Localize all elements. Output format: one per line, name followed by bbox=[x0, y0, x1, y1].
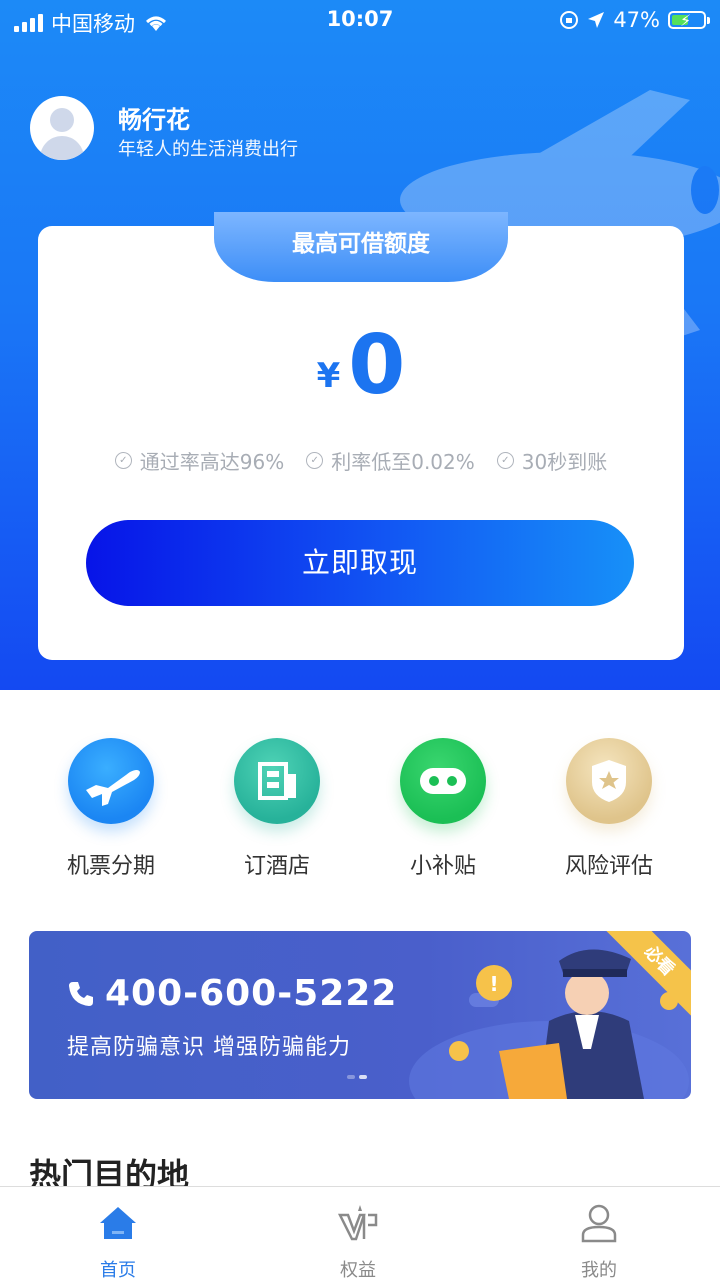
service-hotel[interactable]: 订酒店 bbox=[197, 738, 357, 880]
hotline-number: 400-600-5222 bbox=[105, 973, 398, 1014]
feature-label: 利率低至0.02% bbox=[331, 450, 475, 474]
amount-value: 0 bbox=[348, 318, 406, 413]
battery-percent: 47% bbox=[613, 8, 660, 32]
hotline: 400-600-5222 bbox=[67, 973, 397, 1014]
user-name: 畅行花 bbox=[118, 106, 190, 134]
user-slogan: 年轻人的生活消费出行 bbox=[118, 139, 298, 160]
subsidy-icon bbox=[400, 738, 486, 824]
bottom-tab-bar: 首页 权益 我的 bbox=[0, 1186, 720, 1281]
check-circle-icon: ✓ bbox=[496, 452, 514, 469]
service-grid: 机票分期 订酒店 小补贴 风险评估 bbox=[0, 738, 720, 888]
service-flight-installment[interactable]: 机票分期 bbox=[31, 738, 191, 880]
hotel-icon bbox=[234, 738, 320, 824]
feature-label: 30秒到账 bbox=[521, 450, 608, 474]
shield-star-icon bbox=[566, 738, 652, 824]
status-bar: 中国移动 10:07 47% ⚡ bbox=[0, 0, 720, 40]
anti-fraud-banner[interactable]: 400-600-5222 提高防骗意识 增强防骗能力 ! 必看 bbox=[29, 931, 691, 1099]
home-icon bbox=[100, 1207, 136, 1239]
credit-amount: ¥0 bbox=[38, 318, 684, 413]
check-circle-icon: ✓ bbox=[114, 452, 132, 469]
credit-limit-title: 最高可借额度 bbox=[214, 212, 508, 282]
airplane-icon bbox=[68, 738, 154, 824]
tab-benefits[interactable]: 权益 bbox=[298, 1201, 418, 1282]
tab-label: 首页 bbox=[100, 1260, 136, 1281]
carousel-indicator bbox=[347, 1075, 367, 1079]
rotation-lock-icon bbox=[560, 11, 579, 29]
service-label: 订酒店 bbox=[243, 854, 310, 879]
credit-limit-card: 最高可借额度 ¥0 ✓ 通过率高达96% ✓ 利率低至0.02% ✓ 30秒到账… bbox=[38, 212, 684, 660]
service-label: 小补贴 bbox=[409, 854, 476, 879]
tab-profile[interactable]: 我的 bbox=[539, 1201, 659, 1282]
currency-symbol: ¥ bbox=[316, 356, 341, 396]
svg-text:!: ! bbox=[489, 972, 498, 996]
feature-item: ✓ 利率低至0.02% bbox=[306, 446, 475, 475]
battery-icon: ⚡ bbox=[668, 11, 710, 30]
location-arrow-icon bbox=[588, 12, 605, 28]
feature-item: ✓ 30秒到账 bbox=[496, 446, 608, 475]
service-label: 风险评估 bbox=[564, 854, 653, 879]
banner-slogan: 提高防骗意识 增强防骗能力 bbox=[67, 1035, 351, 1060]
tab-label: 我的 bbox=[581, 1260, 617, 1281]
vip-icon bbox=[337, 1205, 378, 1241]
tab-home[interactable]: 首页 bbox=[58, 1201, 178, 1282]
service-risk-assessment[interactable]: 风险评估 bbox=[529, 738, 689, 880]
feature-list: ✓ 通过率高达96% ✓ 利率低至0.02% ✓ 30秒到账 bbox=[38, 446, 684, 475]
profile-icon bbox=[581, 1204, 617, 1243]
avatar[interactable] bbox=[30, 96, 94, 160]
hero-header: 中国移动 10:07 47% ⚡ 畅行花 年轻人的生活消费出行 最高可借额度 ¥… bbox=[0, 0, 720, 690]
withdraw-now-button[interactable]: 立即取现 bbox=[86, 520, 634, 606]
tab-label: 权益 bbox=[340, 1260, 376, 1281]
phone-icon bbox=[69, 981, 93, 1006]
service-label: 机票分期 bbox=[66, 854, 155, 879]
service-subsidy[interactable]: 小补贴 bbox=[363, 738, 523, 880]
feature-label: 通过率高达96% bbox=[139, 450, 285, 474]
feature-item: ✓ 通过率高达96% bbox=[114, 446, 285, 475]
check-circle-icon: ✓ bbox=[306, 452, 324, 469]
